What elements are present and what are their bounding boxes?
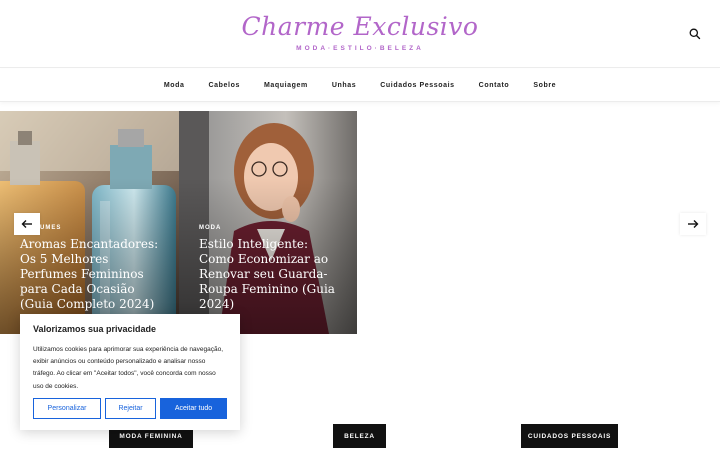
search-icon[interactable] xyxy=(688,27,702,41)
customize-button[interactable]: Personalizar xyxy=(33,398,101,419)
slider-prev-button[interactable] xyxy=(14,213,40,235)
slide-caption: MODA Estilo Inteligente: Como Economizar… xyxy=(199,225,341,312)
main-nav: Moda Cabelos Maquiagem Unhas Cuidados Pe… xyxy=(0,69,720,102)
nav-item-sobre[interactable]: Sobre xyxy=(533,82,556,89)
slide-title[interactable]: Cabelos Deslumbrantes: Guia Completo par… xyxy=(377,237,519,312)
slide-title[interactable]: Aromas Encantadores: Os 5 Melhores Perfu… xyxy=(20,237,163,312)
logo-tagline: MODA·ESTILO·BELEZA xyxy=(296,45,424,52)
reject-button[interactable]: Rejeitar xyxy=(105,398,156,419)
nav-item-unhas[interactable]: Unhas xyxy=(332,82,356,89)
slide-category[interactable]: MODA xyxy=(199,225,341,231)
slide-title[interactable]: Estilo Inteligente: Como Economizar ao R… xyxy=(199,237,341,312)
site-header: Charme Exclusivo MODA·ESTILO·BELEZA xyxy=(0,0,720,68)
featured-slider: PERFUMES Aromas Encantadores: Os 5 Melho… xyxy=(0,111,720,334)
nav-item-cuidados-pessoais[interactable]: Cuidados Pessoais xyxy=(380,82,454,89)
nav-item-moda[interactable]: Moda xyxy=(164,82,185,89)
slide-cabelos[interactable]: CABELOS Cabelos Deslumbrantes: Guia Comp… xyxy=(357,111,535,334)
accept-all-button[interactable]: Aceitar tudo xyxy=(160,398,227,419)
arrow-left-icon xyxy=(21,220,32,228)
nav-item-cabelos[interactable]: Cabelos xyxy=(209,82,240,89)
category-button-beleza[interactable]: BELEZA xyxy=(333,424,386,448)
cookie-actions: Personalizar Rejeitar Aceitar tudo xyxy=(33,398,227,419)
slide-moda[interactable]: MODA Estilo Inteligente: Como Economizar… xyxy=(179,111,357,334)
category-button-cuidados-pessoais[interactable]: CUIDADOS PESSOAIS xyxy=(521,424,618,448)
slide-title[interactable]: Maquiagem Deslumbrante: Segredos para um… xyxy=(555,237,704,312)
slide-caption: MAQUIAGEM Maquiagem Deslumbrante: Segred… xyxy=(555,225,704,312)
slide-caption: PERFUMES Aromas Encantadores: Os 5 Melho… xyxy=(20,225,163,312)
slide-category[interactable]: CABELOS xyxy=(377,225,519,231)
slide-caption: CABELOS Cabelos Deslumbrantes: Guia Comp… xyxy=(377,225,519,312)
cookie-description: Utilizamos cookies para aprimorar sua ex… xyxy=(33,346,224,390)
arrow-right-icon xyxy=(688,220,699,228)
slide-category[interactable]: PERFUMES xyxy=(20,225,163,231)
slider-next-button[interactable] xyxy=(680,213,706,235)
nav-item-contato[interactable]: Contato xyxy=(479,82,510,89)
cookie-consent-banner: Valorizamos sua privacidade Utilizamos c… xyxy=(20,314,240,430)
cookie-title: Valorizamos sua privacidade xyxy=(33,324,157,334)
site-logo[interactable]: Charme Exclusivo MODA·ESTILO·BELEZA xyxy=(0,12,720,52)
nav-item-maquiagem[interactable]: Maquiagem xyxy=(264,82,308,89)
logo-script: Charme Exclusivo xyxy=(241,12,479,41)
